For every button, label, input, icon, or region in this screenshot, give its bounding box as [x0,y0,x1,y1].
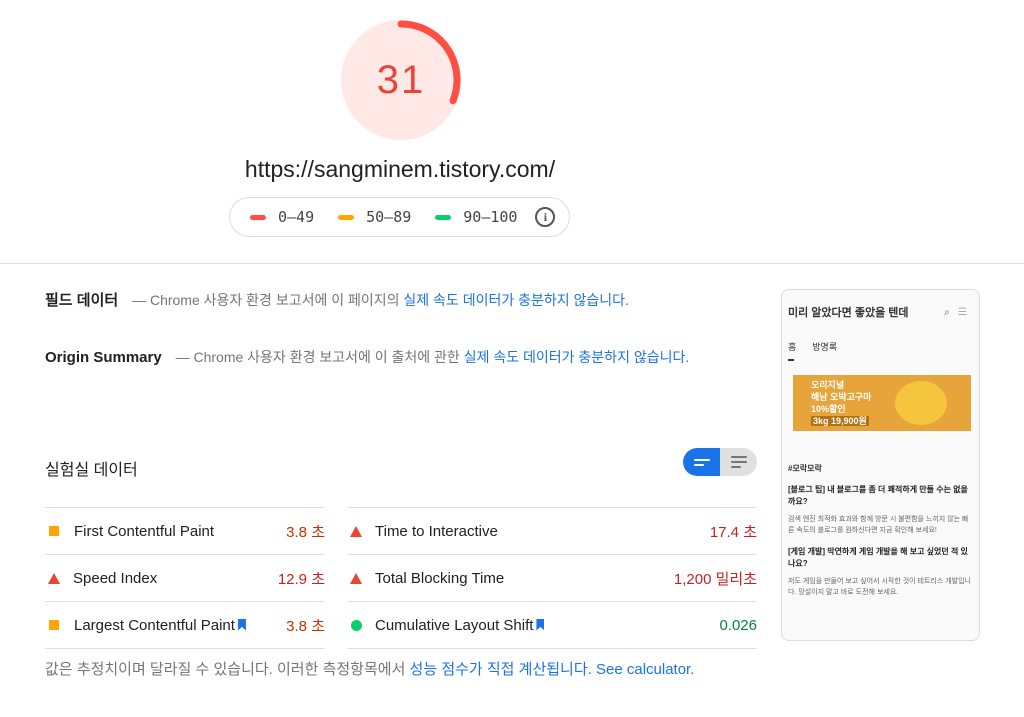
metric-name: Largest Contentful Paint [74,616,235,634]
metric-value: 1,200 밀리초 [673,570,757,588]
preview-nav-home: 홈 [788,342,797,352]
preview-banner-line-1: 오리지널 [811,380,845,390]
field-data-section: 필드 데이터 — Chrome 사용자 환경 보고서에 이 페이지의 실제 속도… [45,288,715,313]
preview-nav-guestbook: 방명록 [812,342,838,352]
bookmark-icon[interactable] [536,618,545,631]
pass-circle-icon [351,619,362,631]
score-calculation-link[interactable]: 성능 점수가 직접 계산됩니다. [410,661,592,678]
legend-fail: 0–49 [250,208,314,226]
preview-header-icons: ⌕ ☰ [944,306,967,318]
average-square-icon [49,620,59,630]
see-calculator-link[interactable]: See calculator. [596,661,694,678]
metric-cls: Cumulative Layout Shift 0.026 [347,601,757,649]
origin-summary-title: Origin Summary [45,349,162,366]
origin-summary-text: Chrome 사용자 환경 보고서에 이 출처에 관한 [193,349,460,365]
preview-post-title: [블로그 팁] 내 블로그를 좀 더 쾌적하게 만들 수는 없을까요? [788,485,968,506]
metric-speed-index: Speed Index 12.9 초 [45,554,325,601]
expanded-view-button[interactable] [720,448,757,476]
preview-banner-price: 3kg 19,900원 [811,416,869,426]
footer-text: 값은 추정치이며 달라질 수 있습니다. 이러한 측정항목에서 [45,661,406,678]
page-screenshot-preview: 미리 알았다면 좋았을 텐데 ⌕ ☰ 홈 방명록 오리지널 해남 오박고구마 1… [781,289,980,641]
metric-lcp: Largest Contentful Paint 3.8 초 [45,601,325,649]
metric-name: Time to Interactive [375,522,498,540]
metric-value: 3.8 초 [286,617,325,635]
preview-banner-line-3: 10%할인 [811,404,846,414]
preview-post: [게임 개발] 막연하게 게임 개발을 해 보고 싶었던 적 있나요? 저도 게… [788,546,973,598]
preview-header: 미리 알았다면 좋았을 텐데 ⌕ ☰ [782,290,979,334]
preview-post-body: 저도 게임을 만들어 보고 싶어서 시작한 것이 테트리스 개발입니다. 망설이… [788,578,971,596]
bookmark-icon[interactable] [237,618,246,631]
origin-summary-section: Origin Summary — Chrome 사용자 환경 보고서에 이 출처… [45,345,705,370]
legend-average: 50–89 [338,208,411,226]
metrics-view-toggle[interactable] [683,448,757,476]
metric-value: 12.9 초 [277,570,325,588]
metric-tti: Time to Interactive 17.4 초 [347,507,757,554]
metric-tbt: Total Blocking Time 1,200 밀리초 [347,554,757,601]
metric-name: Speed Index [73,569,158,587]
preview-nav: 홈 방명록 [782,340,979,353]
fail-triangle-icon [350,572,362,584]
preview-post-title: [게임 개발] 막연하게 게임 개발을 해 보고 싶었던 적 있나요? [788,547,968,568]
score-gauge: 31 [339,18,463,142]
field-data-title: 필드 데이터 [45,292,119,309]
metric-fcp: First Contentful Paint 3.8 초 [45,507,325,554]
metric-value: 0.026 [719,616,757,634]
legend-fail-marker [250,214,266,220]
field-data-text: Chrome 사용자 환경 보고서에 이 페이지의 [149,292,400,308]
performance-score: 31 [376,57,426,102]
preview-post-body: 검색 엔진 최적화 효과와 함께 방문 시 불편함을 느끼지 않는 빠른 속도의… [788,516,969,534]
field-data-link[interactable]: 실제 속도 데이터가 충분하지 않습니다. [403,292,629,308]
info-icon[interactable]: i [535,207,556,227]
metric-name-wrap: Largest Contentful Paint [74,617,286,634]
tested-url: https://sangminem.tistory.com/ [244,156,556,182]
metric-value: 3.8 초 [286,523,325,541]
field-data-dash: — [132,292,147,308]
expanded-view-icon-line-short [730,466,741,468]
preview-post: [블로그 팁] 내 블로그를 좀 더 쾌적하게 만들 수는 없을까요? 검색 엔… [788,484,973,536]
preview-blog-title: 미리 알았다면 좋았을 텐데 [788,307,909,319]
compact-view-icon [693,458,710,461]
metric-name: Cumulative Layout Shift [375,616,534,634]
preview-tag: #모락모락 [788,464,822,473]
metric-name-wrap: Cumulative Layout Shift [375,617,719,634]
average-square-icon [49,526,59,536]
lab-data-title: 실험실 데이터 [45,462,138,479]
compact-view-button[interactable] [683,448,720,476]
fail-triangle-icon [48,572,60,584]
section-divider [0,263,1024,264]
metric-name: Total Blocking Time [375,569,505,587]
metric-value: 17.4 초 [709,523,757,541]
expanded-view-icon-line [730,461,747,463]
legend-pass-label: 90–100 [463,208,518,226]
footer-note: 값은 추정치이며 달라질 수 있습니다. 이러한 측정항목에서 성능 점수가 직… [45,657,725,682]
preview-banner-line-2: 해남 오박고구마 [811,392,872,402]
legend-pass-marker [435,214,452,220]
legend-fail-label: 0–49 [278,208,315,226]
metric-name: First Contentful Paint [74,522,215,540]
compact-view-icon-line [693,463,704,466]
fail-triangle-icon [350,525,362,537]
expanded-view-icon [730,456,747,458]
preview-nav-underline [788,359,794,361]
legend-average-marker [338,214,355,220]
origin-summary-link[interactable]: 실제 속도 데이터가 충분하지 않습니다. [464,349,690,365]
preview-ad-banner: 오리지널 해남 오박고구마 10%할인 3kg 19,900원 [793,375,971,431]
legend-average-label: 50–89 [366,208,412,226]
origin-summary-dash: — [175,349,190,365]
legend-pass: 90–100 [435,208,517,226]
score-legend: 0–49 50–89 90–100 i [229,197,570,237]
